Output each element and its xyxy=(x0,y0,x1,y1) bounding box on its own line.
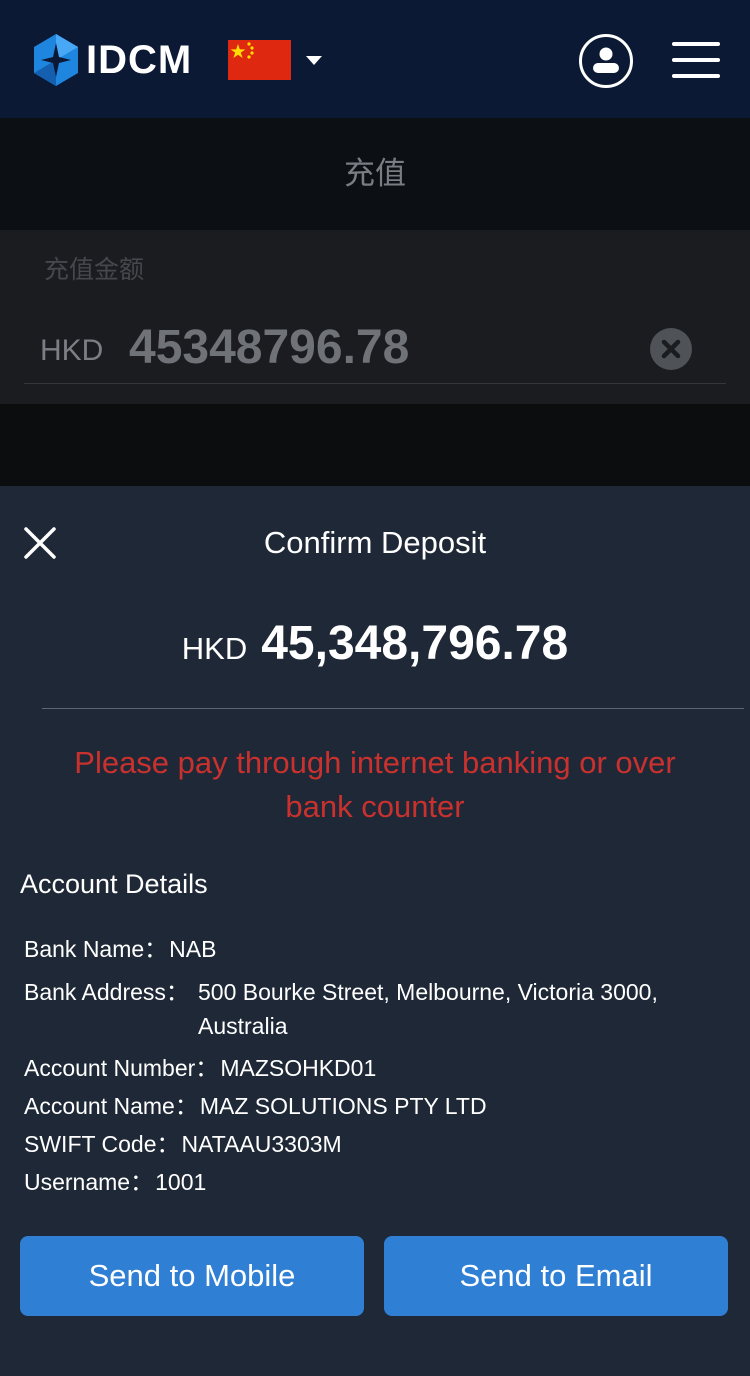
page-title: 充值 xyxy=(344,156,406,191)
username-row: Username：1001 xyxy=(24,1165,206,1199)
swift-code-label: SWIFT Code： xyxy=(24,1131,180,1157)
account-number-value: MAZSOHKD01 xyxy=(220,1055,377,1081)
payment-notice: Please pay through internet banking or o… xyxy=(74,745,676,824)
username-label: Username： xyxy=(24,1169,154,1195)
clear-input-icon[interactable] xyxy=(650,328,692,370)
amount-currency: HKD xyxy=(181,631,248,666)
username-value: 1001 xyxy=(155,1169,207,1195)
bank-address-value: 500 Bourke Street, Melbourne, Victoria 3… xyxy=(198,979,658,1039)
user-account-icon[interactable] xyxy=(578,33,634,89)
input-underline xyxy=(24,383,726,384)
send-to-mobile-button[interactable]: Send to Mobile xyxy=(20,1236,364,1316)
account-number-row: Account Number：MAZSOHKD01 xyxy=(24,1051,376,1085)
brand-name[interactable]: IDCM xyxy=(86,36,192,84)
swift-code-row: SWIFT Code：NATAAU3303M xyxy=(24,1127,342,1161)
bank-name-label: Bank Name： xyxy=(24,936,168,962)
hamburger-menu-icon[interactable] xyxy=(670,40,722,80)
bank-name-row: Bank Name：NAB xyxy=(24,932,216,966)
deposit-currency-label: HKD xyxy=(40,334,104,367)
deposit-amount-display: HKD 45,348,796.78 xyxy=(0,612,750,687)
divider xyxy=(42,708,744,709)
idcm-logo-icon[interactable] xyxy=(33,33,79,87)
swift-code-value: NATAAU3303M xyxy=(181,1131,342,1157)
send-to-email-button[interactable]: Send to Email xyxy=(384,1236,728,1316)
account-name-label: Account Name： xyxy=(24,1093,198,1119)
account-name-value: MAZ SOLUTIONS PTY LTD xyxy=(199,1093,487,1119)
account-details-heading: Account Details xyxy=(20,869,208,899)
account-name-row: Account Name：MAZ SOLUTIONS PTY LTD xyxy=(24,1089,487,1123)
chevron-down-icon[interactable] xyxy=(304,53,324,67)
deposit-amount-input[interactable]: 45348796.78 xyxy=(129,318,409,378)
deposit-amount-label: 充值金额 xyxy=(44,256,145,284)
china-flag-icon[interactable] xyxy=(228,40,291,80)
bank-name-value: NAB xyxy=(169,936,217,962)
bank-address-label: Bank Address： xyxy=(24,979,189,1005)
amount-value: 45,348,796.78 xyxy=(261,617,569,670)
bank-address-row: Bank Address： 500 Bourke Street, Melbourn… xyxy=(24,975,724,1043)
account-number-label: Account Number： xyxy=(24,1055,219,1081)
modal-title: Confirm Deposit xyxy=(263,525,487,560)
page-body-dimmed xyxy=(0,404,750,486)
